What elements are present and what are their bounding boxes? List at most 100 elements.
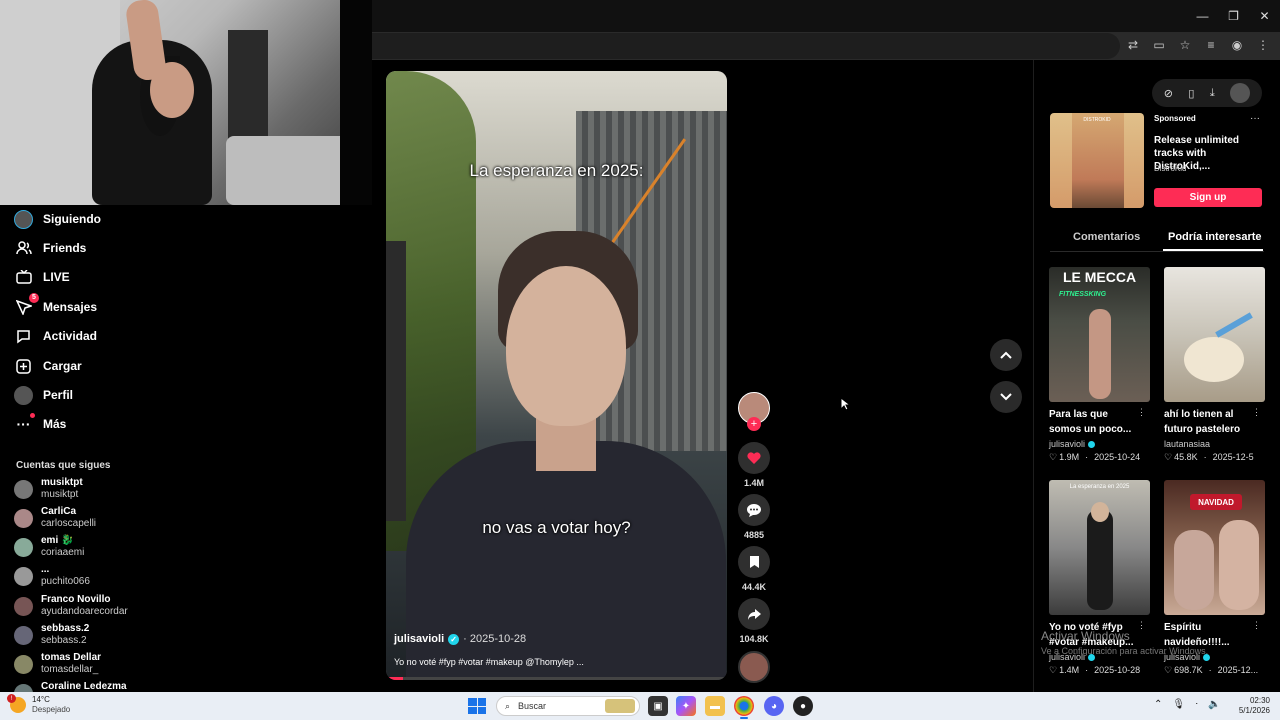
card-date: 2025-10-28 — [1094, 665, 1141, 675]
task-view-icon[interactable]: ▣ — [648, 696, 668, 716]
weather-widget[interactable]: ! 14°C Despejado — [7, 694, 70, 715]
nav-label: Más — [43, 417, 67, 431]
share-icon[interactable] — [738, 598, 770, 630]
comment-icon[interactable] — [738, 494, 770, 526]
comment-action[interactable]: 4885 — [738, 494, 770, 540]
microphone-icon[interactable]: 🎙 — [1172, 699, 1185, 710]
following-handle: tomasdellar_ — [41, 664, 99, 675]
nav-item-cargar[interactable]: Cargar — [14, 354, 82, 378]
author-name[interactable]: julisavioli — [394, 633, 444, 645]
chevron-up-icon[interactable]: ⌃ — [1154, 699, 1162, 710]
card-stats: ♡ 1.9M · 2025-10-24 — [1049, 452, 1150, 463]
discord-icon[interactable]: ◕ — [764, 696, 784, 716]
nav-label: Cargar — [43, 359, 82, 373]
card-title[interactable]: Para las que somos un poco... — [1049, 407, 1141, 437]
cast-icon[interactable]: ▭ — [1148, 34, 1170, 56]
next-video-button[interactable] — [990, 381, 1022, 413]
star-icon[interactable]: ☆ — [1174, 34, 1196, 56]
toolbar-icons: ⇄ ▭ ☆ ≡ ◉ ⋮ — [1122, 34, 1274, 56]
following-name: CarliCa — [41, 506, 77, 517]
address-field[interactable] — [372, 33, 1120, 59]
follow-plus-button[interactable]: + — [747, 417, 761, 431]
avatar — [14, 567, 33, 586]
following-item[interactable]: Franco Novillo ayudandoarecordar — [14, 594, 128, 620]
following-item[interactable]: musiktpt musiktpt — [14, 477, 83, 503]
video-thumbnail[interactable]: La esperanza en 2025 — [1049, 480, 1150, 615]
card-more-icon[interactable]: ⋮ — [1252, 407, 1261, 418]
recommended-video-card[interactable]: LE MECCA FITNESSKING Para las que somos … — [1049, 267, 1150, 463]
video-player[interactable]: La esperanza en 2025: no vas a votar hoy… — [386, 71, 727, 680]
avatar — [14, 509, 33, 528]
save-action[interactable]: 44.4K — [738, 546, 770, 592]
messages-icon: 5 — [14, 292, 39, 317]
music-disc-avatar[interactable] — [738, 651, 770, 683]
card-more-icon[interactable]: ⋮ — [1137, 407, 1146, 418]
following-item[interactable]: CarliCa carloscapelli — [14, 506, 96, 532]
nav-item-perfil[interactable]: Perfil — [14, 383, 73, 407]
nav-item-mensajes[interactable]: 5 Mensajes — [14, 292, 97, 319]
share-action[interactable]: 104.8K — [738, 598, 770, 644]
video-description[interactable]: Yo no voté #fyp #votar #makeup @Thomylep… — [394, 657, 584, 667]
clock[interactable]: 02:30 5/1/2026 — [1232, 696, 1270, 716]
card-more-icon[interactable]: ⋮ — [1137, 620, 1146, 631]
taskbar-search[interactable]: ⌕ Buscar — [496, 696, 640, 716]
thumb-text: NAVIDAD — [1190, 494, 1242, 510]
media-icon[interactable]: ≡ — [1200, 34, 1222, 56]
following-item[interactable]: ... puchito066 — [14, 564, 90, 590]
translate-icon[interactable]: ⇄ — [1122, 34, 1144, 56]
like-action[interactable]: 1.4M — [738, 442, 770, 488]
card-separator: · — [1085, 665, 1089, 675]
ad-more-icon[interactable]: ··· — [1250, 113, 1260, 124]
ad-brand: DistroKid — [1154, 164, 1187, 173]
card-author-name: lautanasiaa — [1164, 439, 1211, 449]
device-icon[interactable]: ▯ — [1188, 87, 1194, 100]
card-more-icon[interactable]: ⋮ — [1252, 620, 1261, 631]
minimize-button[interactable]: — — [1187, 0, 1218, 32]
nav-item-live[interactable]: LIVE — [14, 265, 70, 289]
heart-icon[interactable] — [738, 442, 770, 474]
sign-up-button[interactable]: Sign up — [1154, 188, 1262, 207]
card-author[interactable]: lautanasiaa — [1164, 439, 1265, 449]
user-avatar[interactable] — [1230, 83, 1251, 103]
recommended-video-card[interactable]: ahí lo tienen al futuro pastelero ⋮ laut… — [1164, 267, 1265, 463]
video-thumbnail[interactable] — [1164, 267, 1265, 402]
copilot-icon[interactable]: ✦ — [676, 696, 696, 716]
following-item[interactable]: emi 🐉 coriaaemi — [14, 535, 84, 561]
close-button[interactable]: ✕ — [1249, 0, 1280, 32]
following-handle: ayudandoarecordar — [41, 606, 128, 617]
webcam-overlay — [0, 0, 372, 205]
following-item[interactable]: sebbass.2 sebbass.2 — [14, 623, 89, 649]
card-author[interactable]: julisavioli — [1049, 439, 1150, 449]
network-icon[interactable]: ⋅ — [1195, 699, 1198, 710]
tab-podria-interesarte[interactable]: Podría interesarte — [1168, 231, 1262, 243]
bookmark-icon[interactable] — [738, 546, 770, 578]
following-item[interactable]: Coraline Ledezma — [14, 681, 127, 692]
card-date: 2025-12... — [1217, 665, 1259, 675]
chrome-icon[interactable] — [734, 696, 754, 716]
nav-item-actividad[interactable]: Actividad — [14, 324, 97, 348]
download-icon[interactable]: ⤓ — [1210, 87, 1215, 100]
profile-icon[interactable]: ◉ — [1226, 34, 1248, 56]
video-thumbnail[interactable]: LE MECCA FITNESSKING — [1049, 267, 1150, 402]
tab-comentarios[interactable]: Comentarios — [1073, 231, 1140, 243]
windows-activation-subtext: Ve a Configuración para activar Windows. — [1041, 646, 1209, 656]
video-progress-bar[interactable] — [386, 677, 727, 680]
menu-icon[interactable]: ⋮ — [1252, 34, 1274, 56]
volume-icon[interactable]: 🔈 — [1208, 699, 1220, 710]
explore-icon[interactable]: ⊘ — [1164, 87, 1173, 100]
file-explorer-icon[interactable]: ▬ — [705, 696, 725, 716]
nav-item-friends[interactable]: Friends — [14, 236, 86, 260]
following-item[interactable]: tomas Dellar tomasdellar_ — [14, 652, 101, 678]
card-title[interactable]: ahí lo tienen al futuro pastelero — [1164, 407, 1256, 437]
previous-video-button[interactable] — [990, 339, 1022, 371]
maximize-button[interactable]: ❐ — [1218, 0, 1249, 32]
heart-icon: ♡ — [1049, 665, 1058, 675]
obs-icon[interactable]: ● — [793, 696, 813, 716]
ad-thumbnail[interactable]: DISTROKID — [1050, 113, 1144, 208]
following-handle: carloscapelli — [41, 518, 97, 529]
video-thumbnail[interactable]: NAVIDAD — [1164, 480, 1265, 615]
video-author[interactable]: julisavioli ✓ · 2025-10-28 — [394, 633, 526, 645]
start-button[interactable] — [468, 698, 486, 714]
nav-item-mas[interactable]: ··· Más — [14, 412, 66, 436]
nav-item-siguiendo[interactable]: Siguiendo — [14, 207, 101, 231]
